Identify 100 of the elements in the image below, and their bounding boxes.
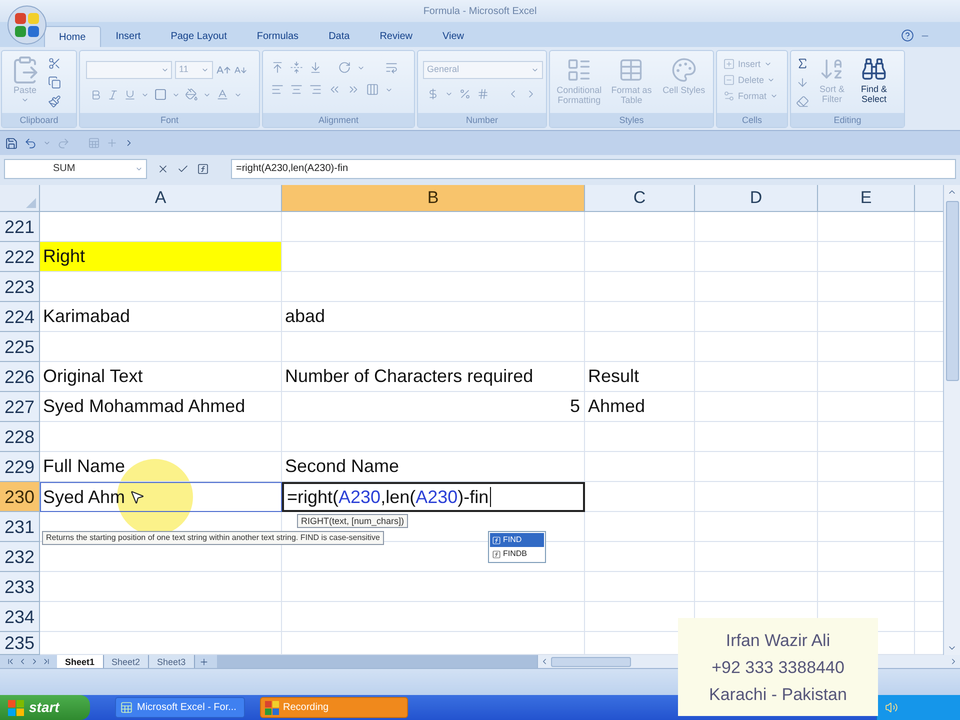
ribbon-tab[interactable]: Home <box>44 26 101 47</box>
eraser-icon[interactable] <box>796 95 809 108</box>
column-header[interactable]: A <box>40 185 282 212</box>
binoculars-icon[interactable] <box>861 56 887 82</box>
next-sheet-icon[interactable] <box>30 657 39 666</box>
ribbon-tab[interactable]: View <box>427 26 479 47</box>
table-cell: abad <box>282 302 585 332</box>
undo-icon[interactable] <box>24 136 37 150</box>
caret-icon[interactable] <box>531 66 539 74</box>
row-header[interactable]: 234 <box>0 602 40 632</box>
row-header[interactable]: 235 <box>0 632 40 655</box>
columns-icon[interactable] <box>366 83 379 96</box>
group-label: Clipboard <box>2 113 76 127</box>
last-sheet-icon[interactable] <box>42 657 51 666</box>
dollar-icon[interactable] <box>427 88 439 100</box>
underline-icon[interactable] <box>124 88 136 100</box>
scroll-right-icon[interactable] <box>949 657 958 666</box>
table-cell: Full Name <box>40 452 282 482</box>
group-label: Font <box>80 113 259 127</box>
scroll-thumb[interactable] <box>550 656 631 666</box>
align-right-icon[interactable] <box>309 83 322 96</box>
ribbon-tab[interactable]: Data <box>314 26 365 47</box>
row-header[interactable]: 226 <box>0 362 40 392</box>
spreadsheet-icon[interactable] <box>120 701 133 714</box>
row-header[interactable]: 230 <box>0 482 40 512</box>
percent-icon[interactable] <box>459 88 471 100</box>
row-header[interactable]: 228 <box>0 422 40 452</box>
row-header[interactable]: 232 <box>0 542 40 572</box>
row-header[interactable]: 223 <box>0 272 40 302</box>
help-icon[interactable] <box>901 29 914 42</box>
sheet-tab[interactable]: Sheet3 <box>149 655 195 668</box>
caption-line: Irfan Wazir Ali <box>726 630 830 652</box>
speaker-icon[interactable] <box>885 701 898 714</box>
ribbon-tab[interactable]: Formulas <box>242 26 314 47</box>
row-header[interactable]: 225 <box>0 332 40 362</box>
name-box[interactable]: SUM <box>4 158 147 178</box>
down-arrow-icon[interactable] <box>796 76 809 89</box>
bold-icon[interactable] <box>90 88 102 100</box>
caret-icon[interactable] <box>201 66 209 74</box>
sigma-icon[interactable] <box>796 57 809 70</box>
first-sheet-icon[interactable] <box>6 657 15 666</box>
ribbon-tab[interactable]: Insert <box>100 26 156 47</box>
caret-icon[interactable] <box>161 66 169 74</box>
font-name-field[interactable] <box>86 61 172 79</box>
paintbrush-icon[interactable] <box>48 95 61 108</box>
italic-icon[interactable] <box>107 88 119 100</box>
paint-bucket-icon[interactable] <box>185 88 198 101</box>
suggestion-item[interactable]: FIND <box>490 533 544 547</box>
select-all-corner[interactable] <box>0 185 40 212</box>
column-header[interactable]: C <box>585 185 695 212</box>
grid-icon[interactable] <box>88 137 100 149</box>
wrap-text-icon[interactable] <box>385 61 398 74</box>
scissors-icon[interactable] <box>48 57 61 70</box>
taskbar-button[interactable]: Microsoft Excel - For... <box>115 697 245 718</box>
row-header[interactable]: 229 <box>0 452 40 482</box>
redo-icon[interactable] <box>57 136 70 150</box>
align-center-icon[interactable] <box>290 83 303 96</box>
cancel-icon[interactable] <box>157 162 169 174</box>
align-middle-icon[interactable] <box>290 61 303 74</box>
formula-input-field[interactable]: =right(A230,len(A230)-fin <box>231 158 956 178</box>
office-button[interactable] <box>7 5 47 45</box>
find-select-button[interactable]: Find & Select <box>855 56 893 108</box>
rotate-icon[interactable] <box>338 61 351 74</box>
ribbon-tab[interactable]: Review <box>364 26 428 47</box>
font-color-icon[interactable] <box>216 88 229 101</box>
align-left-icon[interactable] <box>271 83 284 96</box>
enter-icon[interactable] <box>177 162 189 174</box>
row-header[interactable]: 233 <box>0 572 40 602</box>
row-header[interactable]: 224 <box>0 302 40 332</box>
align-top-icon[interactable] <box>271 61 284 74</box>
function-icon[interactable] <box>197 162 209 174</box>
column-header[interactable]: B <box>282 185 585 212</box>
column-header[interactable]: E <box>818 185 915 212</box>
row-header[interactable]: 227 <box>0 392 40 422</box>
sheet-tab[interactable]: Sheet1 <box>57 655 104 668</box>
vertical-scrollbar[interactable] <box>943 185 960 655</box>
previous-sheet-icon[interactable] <box>18 657 27 666</box>
caret-icon[interactable] <box>445 90 453 98</box>
plus-icon[interactable] <box>106 137 118 149</box>
start-button[interactable]: start <box>0 695 90 720</box>
text-caret-icon <box>490 487 491 507</box>
scroll-thumb[interactable] <box>946 201 958 381</box>
copy-icon[interactable] <box>48 76 61 89</box>
square-icon[interactable] <box>154 88 167 101</box>
column-header[interactable]: D <box>695 185 818 212</box>
column-header[interactable] <box>915 185 943 212</box>
table-cell: Result <box>585 362 695 392</box>
group-label: Cells <box>717 113 787 127</box>
active-cell-field[interactable]: =right(A230,len(A230)-fin <box>282 482 585 512</box>
hash-icon[interactable] <box>477 88 489 100</box>
row-header[interactable]: 222 <box>0 242 40 272</box>
sheet-tab[interactable]: Sheet2 <box>104 655 150 668</box>
caret-icon[interactable] <box>43 139 51 147</box>
row-header[interactable]: 231 <box>0 512 40 542</box>
four-squares-icon <box>265 700 279 714</box>
save-icon[interactable] <box>5 136 18 150</box>
ribbon-tab[interactable]: Page Layout <box>156 26 242 47</box>
row-header[interactable]: 221 <box>0 212 40 242</box>
insert-sheet-icon[interactable] <box>198 656 209 666</box>
align-bottom-icon[interactable] <box>309 61 322 74</box>
